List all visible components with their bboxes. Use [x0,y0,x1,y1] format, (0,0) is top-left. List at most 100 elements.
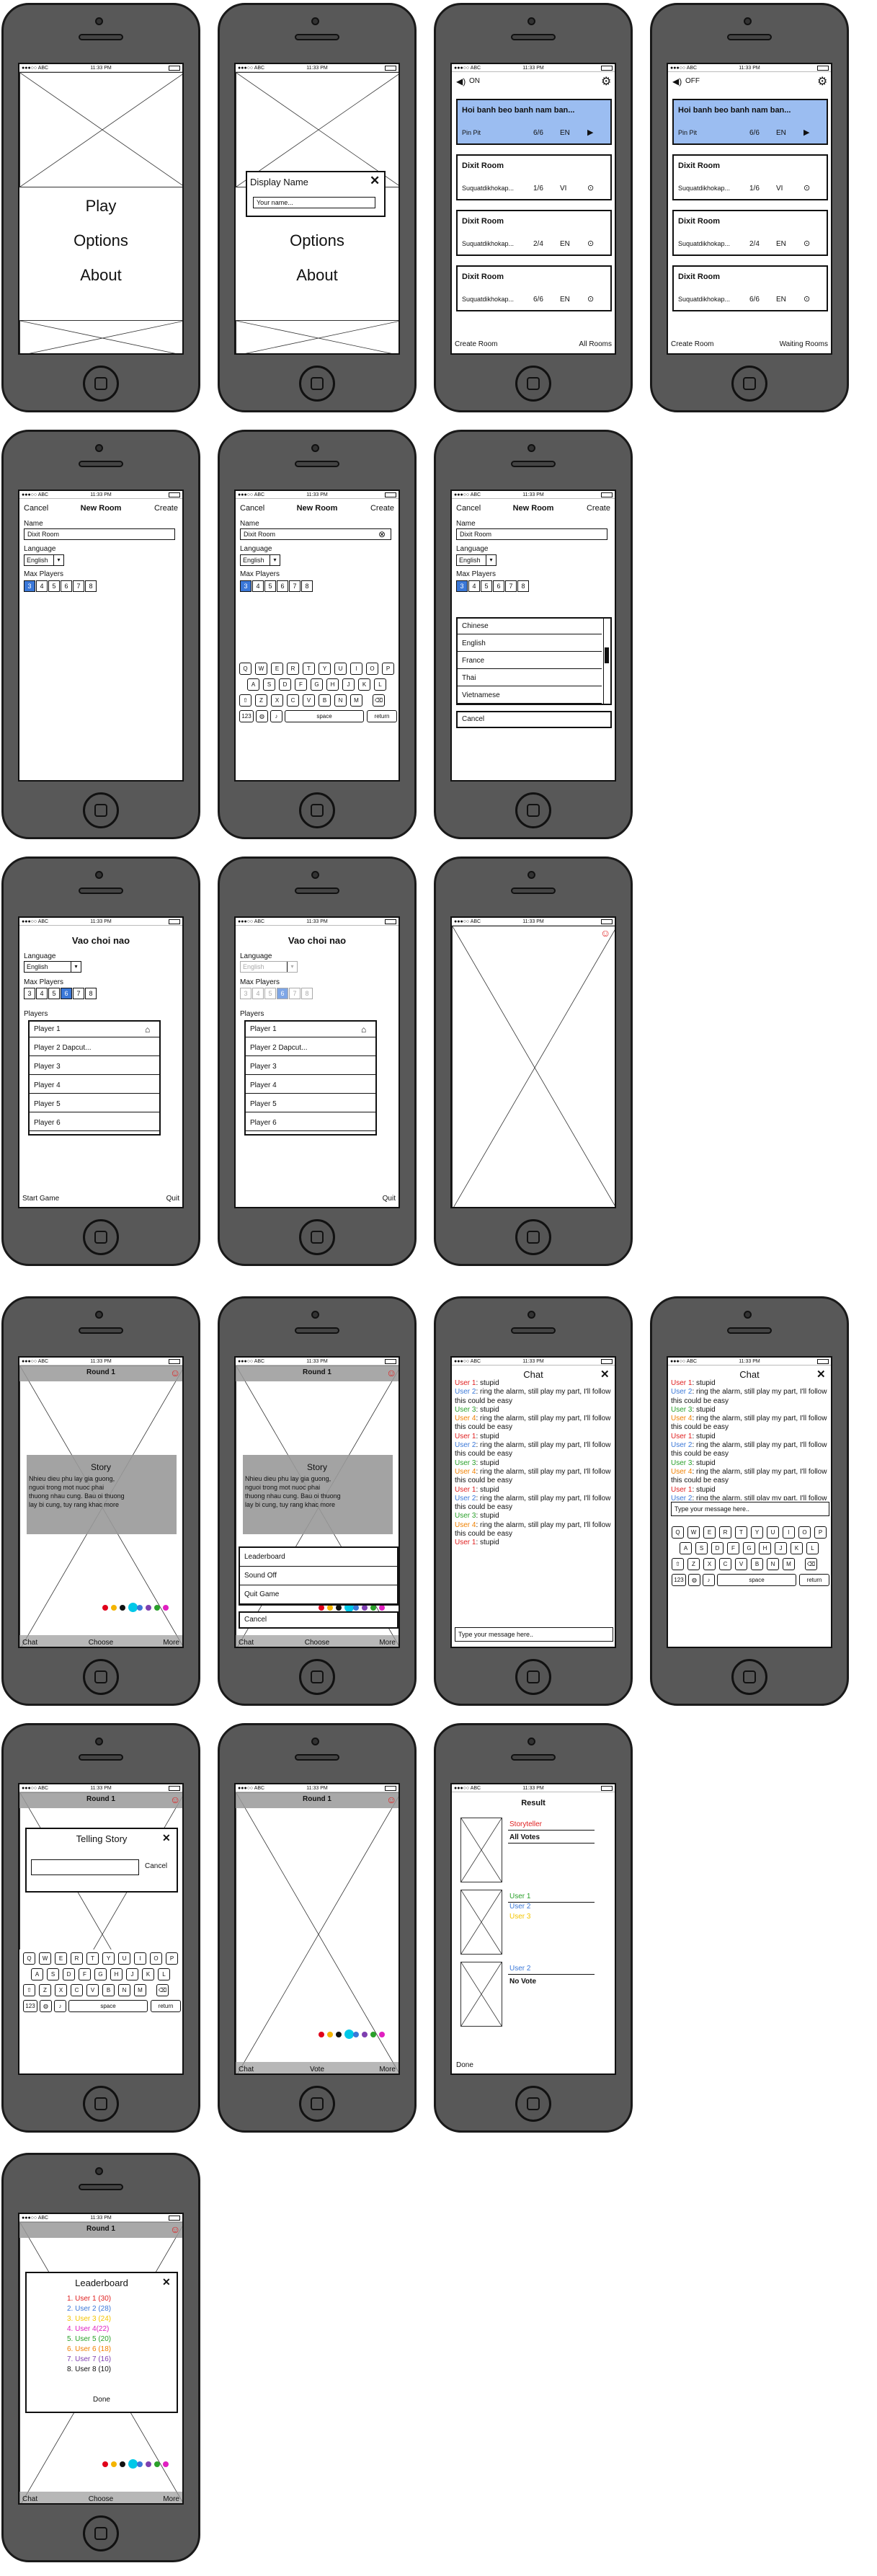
key-g[interactable]: G [743,1542,755,1554]
speaker-icon[interactable]: ◀) [672,76,682,87]
choose-button[interactable]: Choose [236,1639,399,1647]
smiley-icon[interactable]: ☺ [600,927,610,939]
key-b[interactable]: B [751,1558,763,1570]
waiting-rooms-button[interactable]: Waiting Rooms [780,340,828,348]
key-t[interactable]: T [303,663,315,675]
done-button[interactable]: Done [456,2061,473,2069]
key-u[interactable]: U [118,1952,130,1965]
space-key[interactable]: space [285,710,364,722]
create-button[interactable]: Create [370,504,394,513]
key-b[interactable]: B [102,1984,115,1996]
cancel-button[interactable]: Cancel [145,1862,167,1870]
room-card[interactable]: Hoi banh beo banh nam ban... Pin Pit 6/6 EN… [672,99,828,145]
language-option[interactable]: Vietnamese [458,688,602,704]
key-t[interactable]: T [735,1526,747,1539]
play-button[interactable]: Play [19,197,182,216]
home-button[interactable] [515,792,551,828]
key-w[interactable]: W [687,1526,700,1539]
key-r[interactable]: R [71,1952,83,1965]
key-t[interactable]: T [86,1952,99,1965]
sound-status-on[interactable]: ON [469,77,480,85]
max-players-3[interactable]: 3 [24,988,35,999]
key-x[interactable]: X [703,1558,716,1570]
key-p[interactable]: P [382,663,394,675]
backspace-key[interactable]: ⌫ [373,694,385,707]
return-key[interactable]: return [151,2000,181,2012]
language-option[interactable]: Chinese [458,619,602,634]
all-rooms-button[interactable]: All Rooms [579,340,612,348]
key-w[interactable]: W [255,663,267,675]
room-card[interactable]: Dixit Room Suquatdikhokap... 2/4 EN ⊙ [456,210,612,256]
language-select[interactable]: English ▾ [24,554,64,566]
max-players-7[interactable]: 7 [505,580,517,592]
key-i[interactable]: I [350,663,362,675]
home-button[interactable] [515,1659,551,1695]
home-button[interactable] [515,2086,551,2122]
home-button[interactable] [731,366,767,402]
key-m[interactable]: M [134,1984,146,1996]
key-a[interactable]: A [680,1542,692,1554]
shift-key[interactable]: ⇧ [239,694,251,707]
create-button[interactable]: Create [587,504,610,513]
key-o[interactable]: O [366,663,378,675]
key-f[interactable]: F [727,1542,739,1554]
key-i[interactable]: I [134,1952,146,1965]
key-h[interactable]: H [110,1968,123,1980]
key-r[interactable]: R [719,1526,731,1539]
max-players-8[interactable]: 8 [517,580,529,592]
backspace-key[interactable]: ⌫ [156,1984,169,1996]
create-button[interactable]: Create [154,504,178,513]
story-input[interactable] [31,1859,139,1875]
key-a[interactable]: A [247,678,259,691]
language-select[interactable]: English ▾ [240,554,280,566]
key-d[interactable]: D [711,1542,724,1554]
room-card[interactable]: Dixit Room Suquatdikhokap... 1/6 VI ⊙ [456,154,612,200]
max-players-6[interactable]: 6 [61,580,72,592]
language-select[interactable]: English ▾ [24,961,81,973]
smiley-icon[interactable]: ☺ [170,1794,180,1805]
message-input[interactable]: Type your message here.. [455,1627,613,1642]
key-p[interactable]: P [166,1952,178,1965]
picker-cancel-button[interactable]: Cancel [456,711,612,728]
key-x[interactable]: X [271,694,283,707]
menu-cancel-button[interactable]: Cancel [239,1611,399,1629]
home-button[interactable] [83,2086,119,2122]
language-option[interactable]: France [458,653,602,669]
menu-item[interactable]: Quit Game [240,1585,397,1604]
name-field[interactable]: Dixit Room [456,528,607,540]
key-s[interactable]: S [695,1542,708,1554]
home-button[interactable] [83,1219,119,1255]
numbers-key[interactable]: 123 [239,710,254,722]
max-players-8[interactable]: 8 [85,580,97,592]
max-players-6[interactable]: 6 [61,988,72,999]
scrollbar-thumb[interactable] [605,647,609,663]
choose-button[interactable]: Choose [19,2495,182,2503]
key-v[interactable]: V [303,694,315,707]
clear-icon[interactable]: ⊗ [378,529,386,539]
message-input[interactable]: Type your message here.. [671,1502,829,1516]
key-m[interactable]: M [783,1558,795,1570]
max-players-7[interactable]: 7 [73,580,84,592]
home-button[interactable] [515,366,551,402]
room-card[interactable]: Dixit Room Suquatdikhokap... 6/6 EN ⊙ [672,265,828,311]
key-c[interactable]: C [719,1558,731,1570]
key-c[interactable]: C [287,694,299,707]
home-button[interactable] [83,792,119,828]
about-button[interactable]: About [236,266,399,285]
menu-item[interactable]: Sound Off [240,1567,397,1585]
max-players-7[interactable]: 7 [289,580,301,592]
key-z[interactable]: Z [687,1558,700,1570]
home-button[interactable] [83,1659,119,1695]
create-room-button[interactable]: Create Room [455,340,497,348]
max-players-4[interactable]: 4 [36,580,48,592]
key-b[interactable]: B [319,694,331,707]
more-button[interactable]: More [163,1639,179,1647]
key-d[interactable]: D [63,1968,75,1980]
gear-icon[interactable]: ⚙ [817,74,827,89]
vote-button[interactable]: Vote [236,2066,399,2073]
key-q[interactable]: Q [239,663,251,675]
home-button[interactable] [515,1219,551,1255]
key-e[interactable]: E [271,663,283,675]
language-select[interactable]: English ▾ [456,554,497,566]
shift-key[interactable]: ⇧ [672,1558,684,1570]
